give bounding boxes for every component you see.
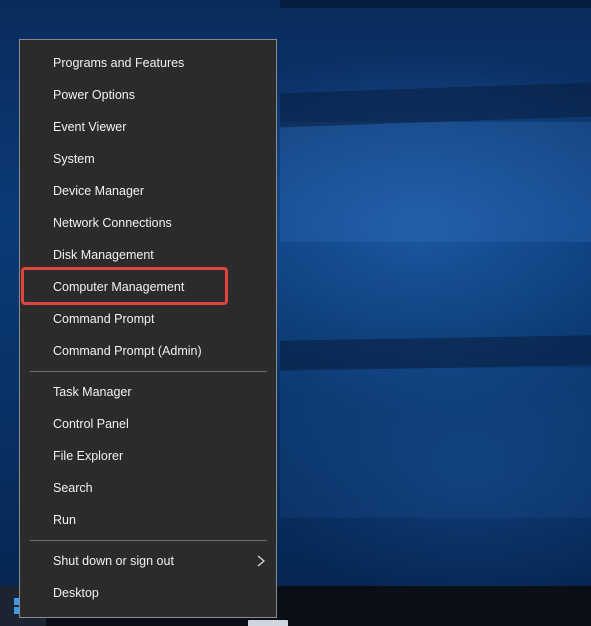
menu-item-shut-down-or-sign-out[interactable]: Shut down or sign out (20, 546, 276, 576)
wallpaper-shadow-band (280, 82, 591, 128)
taskbar-app-indicator[interactable] (248, 620, 288, 626)
menu-item-power-options[interactable]: Power Options (20, 80, 276, 110)
menu-item-network-connections[interactable]: Network Connections (20, 208, 276, 238)
chevron-right-icon (257, 555, 266, 567)
menu-item-disk-management[interactable]: Disk Management (20, 240, 276, 270)
menu-divider (30, 371, 267, 372)
menu-item-event-viewer[interactable]: Event Viewer (20, 112, 276, 142)
menu-item-desktop[interactable]: Desktop (20, 578, 276, 608)
menu-item-run[interactable]: Run (20, 505, 276, 535)
menu-item-file-explorer[interactable]: File Explorer (20, 441, 276, 471)
wallpaper-shadow-band (280, 0, 591, 8)
menu-item-label: Shut down or sign out (53, 554, 174, 568)
menu-item-programs-and-features[interactable]: Programs and Features (20, 48, 276, 78)
menu-divider (30, 540, 267, 541)
wallpaper-light-beam (280, 122, 591, 242)
menu-item-system[interactable]: System (20, 144, 276, 174)
menu-item-command-prompt[interactable]: Command Prompt (20, 304, 276, 334)
wallpaper-light-beam (280, 368, 591, 518)
menu-item-command-prompt-admin[interactable]: Command Prompt (Admin) (20, 336, 276, 366)
quick-link-menu: Programs and Features Power Options Even… (19, 39, 277, 618)
wallpaper-shadow-band (280, 335, 591, 371)
menu-item-device-manager[interactable]: Device Manager (20, 176, 276, 206)
menu-item-task-manager[interactable]: Task Manager (20, 377, 276, 407)
menu-item-computer-management[interactable]: Computer Management (20, 272, 276, 302)
menu-item-search[interactable]: Search (20, 473, 276, 503)
menu-item-control-panel[interactable]: Control Panel (20, 409, 276, 439)
